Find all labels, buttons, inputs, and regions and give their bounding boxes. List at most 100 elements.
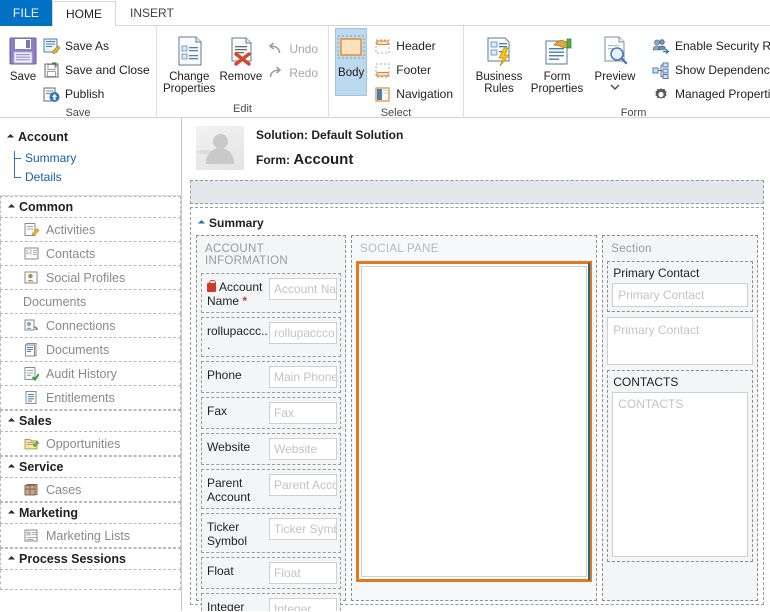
nav-root-account[interactable]: Account <box>0 128 181 146</box>
field-float-input[interactable]: Float <box>269 562 337 584</box>
field-rollupacc-input[interactable]: rollupaccco <box>269 322 337 344</box>
nav-item-documents-label: Documents <box>46 342 110 357</box>
ribbon-body: Save Save As Save and Close Publish Save… <box>0 26 770 119</box>
nav-section-sales[interactable]: Sales <box>0 410 181 432</box>
nav-section-process-sessions[interactable]: Process Sessions <box>0 548 181 570</box>
form-tab-summary[interactable]: Summary ACCOUNT INFORMATION Account Name… <box>190 207 764 611</box>
cases-icon <box>23 482 39 498</box>
body-button[interactable]: Body <box>335 28 368 96</box>
form-column-3[interactable]: Section Primary Contact Primary Contact … <box>602 235 758 601</box>
navigation-label: Navigation <box>396 87 453 101</box>
field-primary-contact-input[interactable]: Primary Contact <box>612 283 748 307</box>
nav-item-opportunities[interactable]: Opportunities <box>0 432 181 456</box>
nav-item-documents-plain[interactable]: Documents <box>0 290 181 314</box>
social-pane-body[interactable] <box>361 266 588 577</box>
field-integer[interactable]: Integer Integer <box>201 593 341 611</box>
save-as-icon <box>42 37 60 55</box>
tab-title-summary-row: Summary <box>191 213 763 233</box>
nav-link-summary[interactable]: Summary <box>14 149 181 168</box>
subgrid-contacts[interactable]: CONTACTS CONTACTS <box>607 370 753 562</box>
social-pane-control-selected[interactable] <box>356 261 593 582</box>
tab-columns: ACCOUNT INFORMATION Account Name * Accou… <box>191 233 763 611</box>
nav-item-activities-label: Activities <box>46 222 96 237</box>
field-account-name[interactable]: Account Name * Account Na <box>201 273 341 313</box>
field-integer-input[interactable]: Integer <box>269 598 337 611</box>
subgrid-contacts-body[interactable]: CONTACTS <box>612 392 748 557</box>
show-dependencies-button[interactable]: Show Dependencies <box>650 58 770 82</box>
field-float[interactable]: Float Float <box>201 557 341 589</box>
save-and-close-button[interactable]: Save and Close <box>40 58 154 82</box>
chevron-down-icon[interactable] <box>610 84 620 90</box>
tab-home[interactable]: HOME <box>52 1 116 27</box>
footer-button[interactable]: Footer <box>371 58 457 82</box>
nav-section-process-sessions-empty[interactable] <box>0 570 181 590</box>
change-properties-label: Change Properties <box>163 71 216 95</box>
enable-security-roles-button[interactable]: Enable Security Roles <box>650 34 770 58</box>
navigation-button[interactable]: Navigation <box>371 82 457 106</box>
tab-collapse-caret-icon[interactable] <box>197 219 206 227</box>
undo-button[interactable]: Undo <box>264 37 322 61</box>
field-fax[interactable]: Fax Fax <box>201 397 341 429</box>
field-rollupacc-label: rollupaccc... <box>207 324 268 352</box>
field-primary-contact[interactable]: Primary Contact Primary Contact <box>607 261 753 312</box>
nav-item-cases-label: Cases <box>46 482 82 497</box>
nav-item-connections[interactable]: Connections <box>0 314 181 338</box>
publish-button[interactable]: Publish <box>40 82 154 106</box>
form-column-1[interactable]: ACCOUNT INFORMATION Account Name * Accou… <box>196 235 346 611</box>
field-ticker-symbol-input[interactable]: Ticker Symb <box>269 518 337 540</box>
nav-item-opportunities-label: Opportunities <box>46 436 121 451</box>
nav-section-marketing[interactable]: Marketing <box>0 502 181 524</box>
nav-item-cases[interactable]: Cases <box>0 478 181 502</box>
change-properties-button[interactable]: Change Properties <box>163 31 215 95</box>
collapse-caret-icon[interactable] <box>6 133 15 141</box>
nav-item-audit-history[interactable]: Audit History <box>0 362 181 386</box>
remove-button[interactable]: Remove <box>217 31 264 83</box>
field-primary-contact-secondary[interactable]: Primary Contact <box>607 317 753 365</box>
field-parent-account[interactable]: Parent Account Parent Acco <box>201 469 341 509</box>
form-properties-button[interactable]: Form Properties <box>528 31 586 95</box>
form-column-2[interactable]: SOCIAL PANE <box>351 235 598 601</box>
save-button[interactable]: Save <box>6 31 40 83</box>
nav-item-marketing-lists-label: Marketing Lists <box>46 528 131 543</box>
nav-section-common[interactable]: Common <box>0 196 181 218</box>
field-website[interactable]: Website Website <box>201 433 341 465</box>
nav-item-activities[interactable]: Activities <box>0 218 181 242</box>
field-ticker-symbol-label: Ticker Symbol <box>207 520 248 548</box>
field-phone[interactable]: Phone Main Phone <box>201 361 341 393</box>
nav-item-contacts[interactable]: Contacts <box>0 242 181 266</box>
save-as-button[interactable]: Save As <box>40 34 154 58</box>
managed-properties-label: Managed Properties <box>675 87 770 101</box>
nav-item-marketing-lists[interactable]: Marketing Lists <box>0 524 181 548</box>
business-rules-button[interactable]: Business Rules <box>470 31 528 95</box>
field-ticker-symbol[interactable]: Ticker Symbol Ticker Symb <box>201 513 341 553</box>
tab-file[interactable]: FILE <box>0 0 52 26</box>
nav-item-documents[interactable]: Documents <box>0 338 181 362</box>
business-rules-icon <box>482 34 516 68</box>
redo-button[interactable]: Redo <box>264 61 322 85</box>
publish-icon <box>42 85 60 103</box>
nav-item-entitlements[interactable]: Entitlements <box>0 386 181 410</box>
nav-item-social-profiles[interactable]: Social Profiles <box>0 266 181 290</box>
nav-item-social-profiles-label: Social Profiles <box>46 270 126 285</box>
header-button[interactable]: Header <box>371 34 457 58</box>
field-fax-label: Fax <box>207 404 228 418</box>
field-rollupacc[interactable]: rollupaccc... rollupaccco <box>201 317 341 357</box>
field-fax-input[interactable]: Fax <box>269 402 337 424</box>
nav-link-details[interactable]: Details <box>14 168 181 187</box>
field-account-name-input[interactable]: Account Na <box>269 278 337 300</box>
field-phone-input[interactable]: Main Phone <box>269 366 337 388</box>
field-website-label: Website <box>207 440 251 454</box>
nav-section-sales-label: Sales <box>19 414 52 428</box>
preview-button[interactable]: Preview <box>586 31 644 90</box>
field-parent-account-input[interactable]: Parent Acco <box>269 474 337 496</box>
managed-properties-button[interactable]: Managed Properties <box>650 82 770 106</box>
required-asterisk: * <box>239 294 248 308</box>
form-header-region[interactable] <box>190 180 764 204</box>
tab-insert[interactable]: INSERT <box>116 0 188 26</box>
preview-label: Preview <box>594 71 636 83</box>
form-designer-canvas: Solution: Default Solution Form: Account… <box>182 118 770 611</box>
field-website-input[interactable]: Website <box>269 438 337 460</box>
nav-section-service[interactable]: Service <box>0 456 181 478</box>
section-header-section: Section <box>611 243 652 255</box>
chevron-icon <box>7 417 16 425</box>
